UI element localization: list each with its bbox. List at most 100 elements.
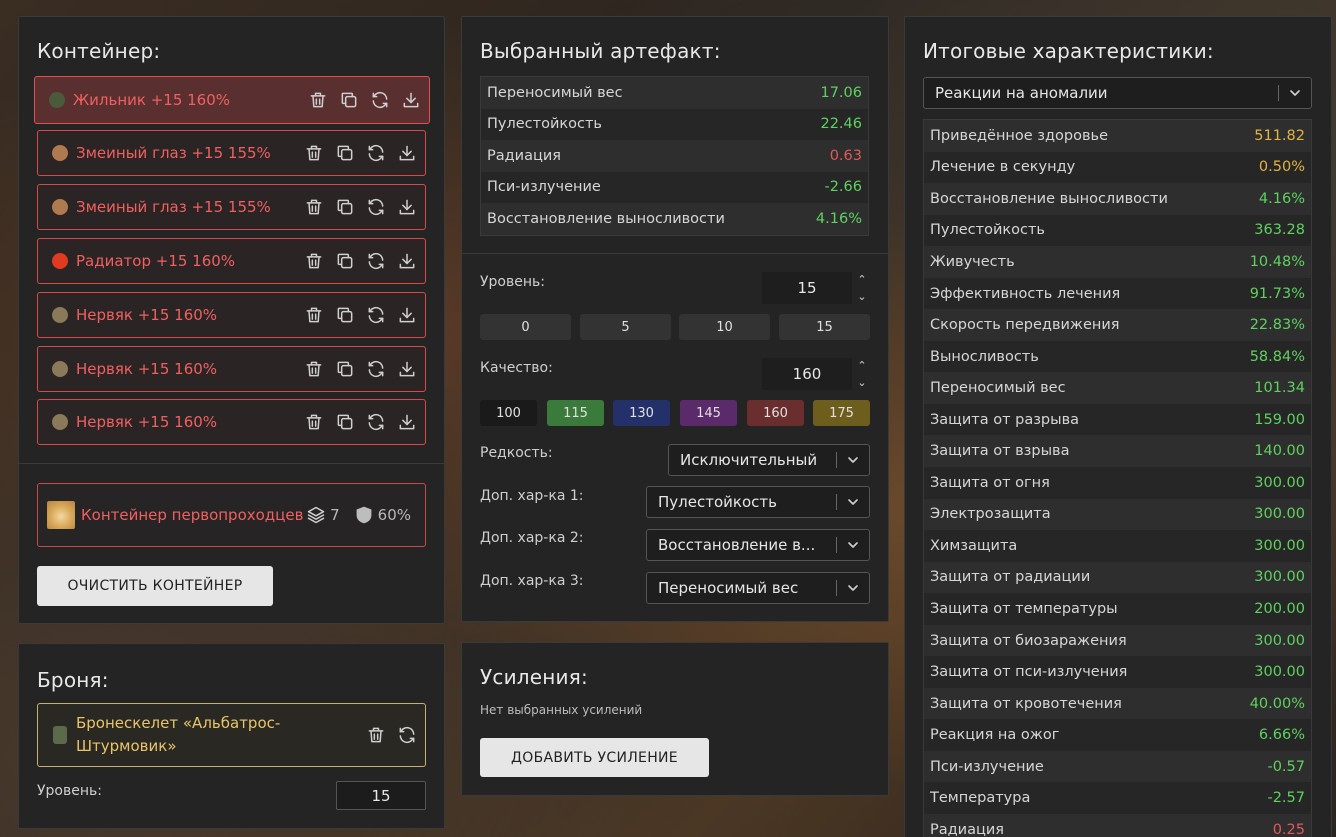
chevron-down-icon[interactable]: ⌄	[857, 376, 866, 389]
stat-label: Защита от радиации	[930, 569, 1091, 586]
quality-preset-button[interactable]: 115	[547, 400, 604, 426]
quality-input[interactable]: 160	[762, 358, 852, 390]
armor-panel: Броня: Бронескелет «Альбатрос-Штурмовик»…	[18, 643, 445, 829]
copy-artifact-button[interactable]	[335, 305, 355, 325]
totals-filter-select[interactable]: Реакции на аномалии	[923, 77, 1312, 109]
artifact-icon	[52, 199, 68, 215]
container-avatar	[47, 501, 75, 529]
artifact-row[interactable]: Нервяк +15 160%	[37, 399, 426, 445]
artifact-thumbnail	[50, 251, 70, 271]
stat-label: Защита от взрыва	[930, 443, 1070, 460]
delete-artifact-button[interactable]	[304, 359, 324, 379]
stat-value: 300.00	[1254, 474, 1305, 491]
level-preset-button[interactable]: 15	[779, 314, 870, 340]
chevron-up-icon[interactable]: ⌃	[857, 273, 866, 286]
quality-preset-button[interactable]: 175	[813, 400, 870, 426]
stat-value: 0.50%	[1258, 159, 1305, 176]
artifact-row[interactable]: Змеиный глаз +15 155%	[37, 184, 426, 230]
delete-artifact-button[interactable]	[304, 305, 324, 325]
stat-label: Температура	[930, 790, 1031, 807]
artifact-row[interactable]: Жильник +15 160%	[34, 76, 430, 124]
artifact-row[interactable]: Нервяк +15 160%	[37, 292, 426, 338]
stat-value: 300.00	[1254, 664, 1305, 681]
download-artifact-button[interactable]	[397, 305, 417, 325]
quality-preset-button[interactable]: 130	[613, 400, 670, 426]
quality-preset-button[interactable]: 145	[680, 400, 737, 426]
download-icon	[399, 361, 415, 377]
replace-artifact-button[interactable]	[370, 90, 390, 110]
copy-artifact-button[interactable]	[339, 90, 359, 110]
artifact-row[interactable]: Нервяк +15 160%	[37, 346, 426, 392]
copy-artifact-button[interactable]	[335, 251, 355, 271]
copy-artifact-button[interactable]	[335, 359, 355, 379]
delete-artifact-button[interactable]	[304, 197, 324, 217]
stat-row: Защита от пси-излучения 300.00	[924, 656, 1311, 688]
delete-armor-button[interactable]	[366, 725, 386, 745]
download-artifact-button[interactable]	[397, 197, 417, 217]
download-artifact-button[interactable]	[397, 251, 417, 271]
refresh-icon	[368, 360, 384, 378]
download-artifact-button[interactable]	[397, 359, 417, 379]
clear-container-button[interactable]: ОЧИСТИТЬ КОНТЕЙНЕР	[37, 566, 273, 606]
stat-value: 300.00	[1254, 569, 1305, 586]
quality-preset-button[interactable]: 100	[480, 400, 537, 426]
download-artifact-button[interactable]	[397, 412, 417, 432]
stat-row: Защита от огня 300.00	[924, 467, 1311, 499]
add-boost-button[interactable]: ДОБАВИТЬ УСИЛЕНИЕ	[480, 738, 709, 777]
stat-row: Химзащита 300.00	[924, 530, 1311, 562]
chevron-up-icon[interactable]: ⌃	[857, 359, 866, 372]
artifact-row[interactable]: Радиатор +15 160%	[37, 238, 426, 284]
rarity-select[interactable]: Исключительный	[668, 444, 870, 476]
armor-level-label: Уровень:	[37, 783, 102, 799]
armor-item[interactable]: Бронескелет «Альбатрос-Штурмовик»	[37, 703, 426, 767]
copy-icon	[337, 307, 353, 323]
copy-artifact-button[interactable]	[335, 412, 355, 432]
extra3-select[interactable]: Переносимый вес	[646, 572, 870, 604]
level-input[interactable]: 15	[762, 272, 852, 304]
replace-artifact-button[interactable]	[366, 197, 386, 217]
download-artifact-button[interactable]	[401, 90, 421, 110]
stat-label: Восстановление выносливости	[487, 210, 725, 227]
delete-artifact-button[interactable]	[304, 143, 324, 163]
replace-artifact-button[interactable]	[366, 412, 386, 432]
container-protection: 60%	[354, 505, 411, 525]
stat-label: Защита от разрыва	[930, 411, 1080, 428]
quality-spinner[interactable]: ⌃ ⌄	[855, 359, 869, 389]
delete-artifact-button[interactable]	[304, 412, 324, 432]
stat-row: Радиация 0.25	[924, 814, 1311, 837]
armor-level-input[interactable]: 15	[336, 781, 426, 810]
stat-value: 300.00	[1254, 632, 1305, 649]
replace-armor-button[interactable]	[397, 725, 417, 745]
delete-artifact-button[interactable]	[304, 251, 324, 271]
replace-artifact-button[interactable]	[366, 143, 386, 163]
chevron-down-icon[interactable]: ⌄	[857, 290, 866, 303]
download-icon	[403, 92, 419, 108]
chevron-down-icon	[837, 580, 869, 596]
extra2-select[interactable]: Восстановление в...	[646, 529, 870, 561]
level-preset-button[interactable]: 5	[580, 314, 671, 340]
stat-label: Защита от кровотечения	[930, 695, 1122, 712]
shield-icon	[356, 506, 372, 524]
download-artifact-button[interactable]	[397, 143, 417, 163]
replace-artifact-button[interactable]	[366, 359, 386, 379]
copy-artifact-button[interactable]	[335, 197, 355, 217]
armor-actions	[366, 725, 417, 745]
extra1-select[interactable]: Пулестойкость	[646, 486, 870, 518]
artifact-name: Нервяк +15 160%	[76, 306, 218, 324]
stat-row: Живучесть 10.48%	[924, 246, 1311, 278]
chevron-down-icon	[1279, 85, 1311, 101]
level-spinner[interactable]: ⌃ ⌄	[855, 273, 869, 303]
artifact-actions	[304, 251, 417, 271]
stat-label: Выносливость	[930, 348, 1039, 365]
level-preset-button[interactable]: 10	[679, 314, 770, 340]
delete-artifact-button[interactable]	[308, 90, 328, 110]
replace-artifact-button[interactable]	[366, 251, 386, 271]
copy-artifact-button[interactable]	[335, 143, 355, 163]
replace-artifact-button[interactable]	[366, 305, 386, 325]
container-info[interactable]: Контейнер первопроходцев 7 60%	[37, 483, 426, 547]
chevron-down-icon	[837, 494, 869, 510]
level-preset-button[interactable]: 0	[480, 314, 571, 340]
quality-preset-button[interactable]: 160	[747, 400, 804, 426]
artifact-row[interactable]: Змеиный глаз +15 155%	[37, 130, 426, 176]
stat-label: Пси-излучение	[487, 179, 601, 196]
